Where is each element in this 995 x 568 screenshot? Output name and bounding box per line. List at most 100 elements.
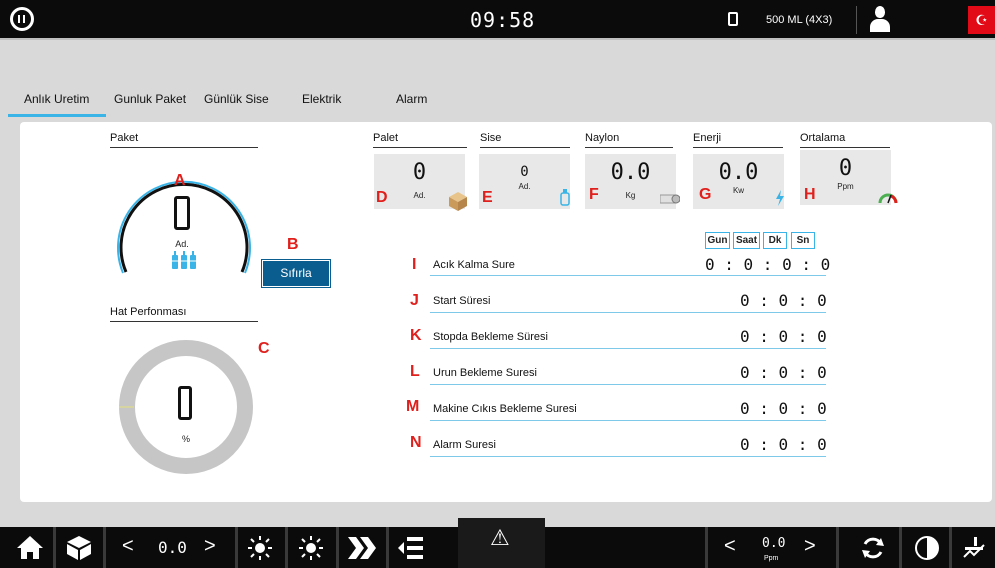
naylon-value: 0.0 xyxy=(610,160,651,185)
ortalama-value: 0 xyxy=(838,156,853,181)
light-left-icon[interactable] xyxy=(247,535,273,561)
divider xyxy=(899,527,902,568)
active-tab-indicator xyxy=(8,114,106,117)
row-label-acik-kalma: Acık Kalma Sure xyxy=(433,259,515,271)
hat-title: Hat Perfonması xyxy=(110,306,258,322)
ppm-decrease-button[interactable]: < xyxy=(724,535,736,558)
divider xyxy=(949,527,952,568)
divider xyxy=(235,527,238,568)
divider xyxy=(103,527,106,568)
marker-d: D xyxy=(376,189,388,206)
cube-icon[interactable] xyxy=(66,535,92,561)
turkish-flag-icon[interactable]: ☪ xyxy=(968,6,995,34)
hat-unit: % xyxy=(181,434,190,444)
paket-value-digit xyxy=(174,196,190,230)
hat-value-digit xyxy=(178,386,192,420)
row-label-stopda: Stopda Bekleme Süresi xyxy=(433,331,548,343)
reset-button[interactable]: Sıfırla xyxy=(262,260,330,287)
marker-e: E xyxy=(482,189,493,206)
row-divider xyxy=(430,275,826,276)
tab-bar: Anlık Uretim Gunluk Paket Günlük Sise El… xyxy=(0,86,995,118)
marker-f: F xyxy=(589,186,599,203)
divider xyxy=(285,527,288,568)
marker-c: C xyxy=(258,340,270,357)
refresh-icon[interactable] xyxy=(860,535,886,561)
header-dk: Dk xyxy=(763,232,787,249)
marker-g: G xyxy=(699,186,712,203)
tab-gunluk-sise[interactable]: Günlük Sise xyxy=(204,92,269,106)
marker-a: A xyxy=(174,172,186,189)
marker-n: N xyxy=(410,434,422,451)
marker-m: M xyxy=(406,398,420,415)
product-label: 500 ML (4X3) xyxy=(766,14,833,26)
marker-j: J xyxy=(410,292,419,309)
row-divider xyxy=(430,312,826,313)
marker-k: K xyxy=(410,327,422,344)
naylon-title: Naylon xyxy=(585,132,673,148)
lightning-icon xyxy=(776,190,784,206)
row-value-urun: 0 : 0 : 0 xyxy=(740,363,827,382)
divider xyxy=(336,527,339,568)
row-value-makine: 0 : 0 : 0 xyxy=(740,399,827,418)
palet-value: 0 xyxy=(412,160,427,185)
sise-title: Sise xyxy=(480,132,570,148)
row-label-urun: Urun Bekleme Suresi xyxy=(433,367,537,379)
paket-title: Paket xyxy=(110,132,258,148)
clipboard-icon[interactable] xyxy=(728,12,738,26)
ppm-unit: Ppm xyxy=(764,555,779,562)
top-bar: 09:58 500 ML (4X3) ☪ xyxy=(0,0,995,40)
user-icon[interactable] xyxy=(870,6,890,32)
row-value-alarm: 0 : 0 : 0 xyxy=(740,435,827,454)
row-divider xyxy=(430,348,826,349)
row-divider xyxy=(430,456,826,457)
enerji-title: Enerji xyxy=(693,132,783,148)
marker-b: B xyxy=(287,236,299,253)
palet-title: Palet xyxy=(373,132,467,148)
menu-collapse-icon[interactable] xyxy=(397,536,425,560)
row-label-makine: Makine Cıkıs Bekleme Suresi xyxy=(433,403,577,415)
pallet-box-icon xyxy=(449,192,467,211)
bottle-icon xyxy=(560,189,570,206)
row-value-acik-kalma: 0 : 0 : 0 : 0 xyxy=(705,255,831,274)
speedometer-icon xyxy=(878,193,898,204)
enerji-value: 0.0 xyxy=(718,160,759,185)
marker-h: H xyxy=(804,186,816,203)
increase-button[interactable]: > xyxy=(204,535,216,558)
contrast-icon[interactable] xyxy=(914,535,940,561)
header-gun: Gun xyxy=(705,232,730,249)
marker-l: L xyxy=(410,363,420,380)
power-icon[interactable] xyxy=(10,7,34,31)
marker-i: I xyxy=(412,256,417,273)
tab-elektrik[interactable]: Elektrik xyxy=(302,92,341,106)
alarm-warning-tab[interactable]: ⚠ xyxy=(458,518,545,568)
divider xyxy=(386,527,389,568)
sise-value: 0 xyxy=(520,164,529,180)
row-label-alarm: Alarm Suresi xyxy=(433,439,496,451)
tab-alarm[interactable]: Alarm xyxy=(396,92,427,106)
row-value-stopda: 0 : 0 : 0 xyxy=(740,327,827,346)
home-icon[interactable] xyxy=(16,535,44,560)
clock: 09:58 xyxy=(470,8,536,32)
ppm-increase-button[interactable]: > xyxy=(804,535,816,558)
decrease-button[interactable]: < xyxy=(122,535,134,558)
divider xyxy=(705,527,708,568)
divider xyxy=(836,527,839,568)
tab-gunluk-paket[interactable]: Gunluk Paket xyxy=(114,92,186,106)
flag-symbol: ☪ xyxy=(975,12,988,28)
header-saat: Saat xyxy=(733,232,760,249)
divider xyxy=(53,527,56,568)
film-roll-icon xyxy=(660,194,680,204)
settings-hand-icon[interactable] xyxy=(960,535,988,561)
light-right-icon[interactable] xyxy=(298,535,324,561)
ortalama-title: Ortalama xyxy=(800,132,890,148)
warning-icon: ⚠ xyxy=(490,525,510,550)
fast-forward-icon[interactable] xyxy=(347,536,377,560)
row-label-start: Start Süresi xyxy=(433,295,491,307)
ppm-value: 0.0 xyxy=(762,536,786,551)
row-value-start: 0 : 0 : 0 xyxy=(740,291,827,310)
bottles-icon xyxy=(170,251,198,269)
tab-anlik-uretim[interactable]: Anlık Uretim xyxy=(24,92,89,106)
speed-value: 0.0 xyxy=(158,538,187,557)
header-sn: Sn xyxy=(791,232,815,249)
paket-unit: Ad. xyxy=(175,239,189,249)
